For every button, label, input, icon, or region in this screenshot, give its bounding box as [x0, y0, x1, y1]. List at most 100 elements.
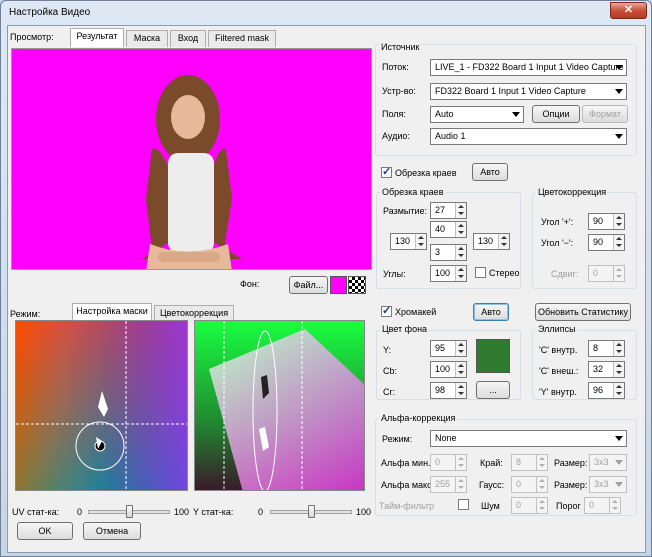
- cb-spinner[interactable]: 100: [430, 361, 467, 378]
- spin-arrows-icon[interactable]: [455, 222, 466, 237]
- chevron-down-icon: [615, 460, 623, 465]
- color-correction-title: Цветокоррекция: [536, 187, 609, 197]
- size1-select[interactable]: 3x3: [589, 454, 627, 471]
- spin-arrows-icon[interactable]: [455, 383, 466, 398]
- audio-value: Audio 1: [435, 131, 466, 141]
- cr-label: Cr:: [383, 387, 395, 397]
- cr-value: 98: [435, 385, 446, 395]
- uv-slider-thumb[interactable]: [126, 505, 133, 518]
- corners-spinner[interactable]: 100: [430, 265, 467, 282]
- chromakey-auto-button[interactable]: Авто: [473, 303, 509, 321]
- uv-scope[interactable]: [15, 320, 188, 491]
- chevron-down-icon: [615, 134, 623, 139]
- angle-plus-spinner[interactable]: 90: [588, 213, 625, 230]
- uv-min-label: 0: [77, 507, 83, 517]
- spin-arrows-icon[interactable]: [613, 266, 624, 281]
- spin-arrows-icon[interactable]: [455, 362, 466, 377]
- alpha-mode-select[interactable]: None: [430, 430, 627, 447]
- gauss-spinner[interactable]: 0: [511, 476, 548, 493]
- c-inner-spinner[interactable]: 8: [588, 340, 625, 357]
- ok-button[interactable]: OK: [17, 522, 73, 540]
- y-scope[interactable]: [194, 320, 365, 491]
- y-stats-slider[interactable]: [270, 505, 352, 518]
- chromakey-checkbox[interactable]: [381, 304, 392, 317]
- audio-select[interactable]: Audio 1: [430, 128, 627, 145]
- crop-left-spinner[interactable]: 130: [390, 233, 427, 250]
- angle-minus-spinner[interactable]: 90: [588, 234, 625, 251]
- transparency-checker-icon[interactable]: [348, 276, 366, 294]
- tab-input[interactable]: Вход: [170, 30, 206, 47]
- spin-arrows-icon[interactable]: [536, 498, 547, 513]
- alpha-min-spinner[interactable]: 0: [430, 454, 467, 471]
- c-inner-label: 'C' внутр.: [539, 345, 578, 355]
- spin-arrows-icon[interactable]: [455, 477, 466, 492]
- shift-spinner[interactable]: 0: [588, 265, 625, 282]
- spin-arrows-icon[interactable]: [613, 383, 624, 398]
- time-filter-checkbox[interactable]: [458, 499, 469, 510]
- spin-arrows-icon[interactable]: [498, 234, 509, 249]
- more-color-button[interactable]: ...: [476, 381, 510, 399]
- edge-spinner[interactable]: 8: [511, 454, 548, 471]
- tab-filtered-mask[interactable]: Filtered mask: [208, 30, 276, 47]
- spin-arrows-icon[interactable]: [415, 234, 426, 249]
- crop-edges-checkbox[interactable]: [381, 165, 392, 178]
- spin-arrows-icon[interactable]: [613, 235, 624, 250]
- format-button[interactable]: Формат: [582, 105, 628, 123]
- spin-arrows-icon[interactable]: [613, 214, 624, 229]
- crop-auto-button[interactable]: Авто: [472, 163, 508, 181]
- tab-result[interactable]: Результат: [70, 28, 124, 47]
- noise-label: Шум: [481, 501, 500, 511]
- noise-spinner[interactable]: 0: [511, 497, 548, 514]
- size2-select[interactable]: 3x3: [589, 476, 627, 493]
- crop-top-spinner[interactable]: 40: [430, 221, 467, 238]
- close-button[interactable]: ✕: [610, 2, 647, 19]
- crop-bottom-spinner[interactable]: 3: [430, 244, 467, 261]
- stream-select[interactable]: LIVE_1 - FD322 Board 1 Input 1 Video Cap…: [430, 59, 627, 76]
- y-spinner[interactable]: 95: [430, 340, 467, 357]
- threshold-spinner[interactable]: 0: [584, 497, 621, 514]
- spin-arrows-icon[interactable]: [536, 455, 547, 470]
- preview-label: Просмотр:: [10, 32, 54, 42]
- alpha-max-label: Альфа макс.: [381, 480, 435, 490]
- threshold-label: Порог: [556, 501, 581, 511]
- key-color-swatch[interactable]: [476, 339, 510, 373]
- spin-arrows-icon[interactable]: [609, 498, 620, 513]
- uv-stats-slider[interactable]: [88, 505, 170, 518]
- uv-stats-label: UV стат-ка:: [12, 507, 60, 517]
- options-button[interactable]: Опции: [532, 105, 580, 123]
- spin-arrows-icon[interactable]: [455, 341, 466, 356]
- cr-spinner[interactable]: 98: [430, 382, 467, 399]
- chevron-down-icon: [512, 112, 520, 117]
- stereo-checkbox[interactable]: [475, 267, 486, 278]
- spin-arrows-icon[interactable]: [455, 245, 466, 260]
- y-slider-thumb[interactable]: [308, 505, 315, 518]
- spin-arrows-icon[interactable]: [455, 266, 466, 281]
- blur-spinner[interactable]: 27: [430, 202, 467, 219]
- y-inner-spinner[interactable]: 96: [588, 382, 625, 399]
- cancel-button[interactable]: Отмена: [83, 522, 141, 540]
- crop-right-spinner[interactable]: 130: [473, 233, 510, 250]
- y-value: 95: [435, 343, 446, 353]
- spin-arrows-icon[interactable]: [455, 455, 466, 470]
- alpha-max-spinner[interactable]: 255: [430, 476, 467, 493]
- tab-mask[interactable]: Маска: [126, 30, 168, 47]
- angle-minus-value: 90: [593, 237, 604, 247]
- c-outer-value: 32: [593, 364, 604, 374]
- device-select[interactable]: FD322 Board 1 Input 1 Video Capture: [430, 83, 627, 100]
- update-stats-button[interactable]: Обновить Статистику: [535, 303, 631, 321]
- c-outer-spinner[interactable]: 32: [588, 361, 625, 378]
- fields-select[interactable]: Auto: [430, 106, 524, 123]
- title-bar[interactable]: Настройка Видео ✕: [1, 1, 651, 25]
- spin-arrows-icon[interactable]: [536, 477, 547, 492]
- spin-arrows-icon[interactable]: [613, 362, 624, 377]
- c-inner-value: 8: [593, 343, 599, 353]
- spin-arrows-icon[interactable]: [455, 203, 466, 218]
- angle-plus-label: Угол '+':: [541, 217, 574, 227]
- file-button[interactable]: Файл...: [289, 276, 328, 294]
- fields-value: Auto: [435, 109, 454, 119]
- background-color-swatch[interactable]: [330, 276, 347, 294]
- preview-video: [11, 48, 372, 270]
- spin-arrows-icon[interactable]: [613, 341, 624, 356]
- alpha-title: Альфа-коррекция: [379, 413, 458, 423]
- size2-label: Размер:: [554, 480, 588, 490]
